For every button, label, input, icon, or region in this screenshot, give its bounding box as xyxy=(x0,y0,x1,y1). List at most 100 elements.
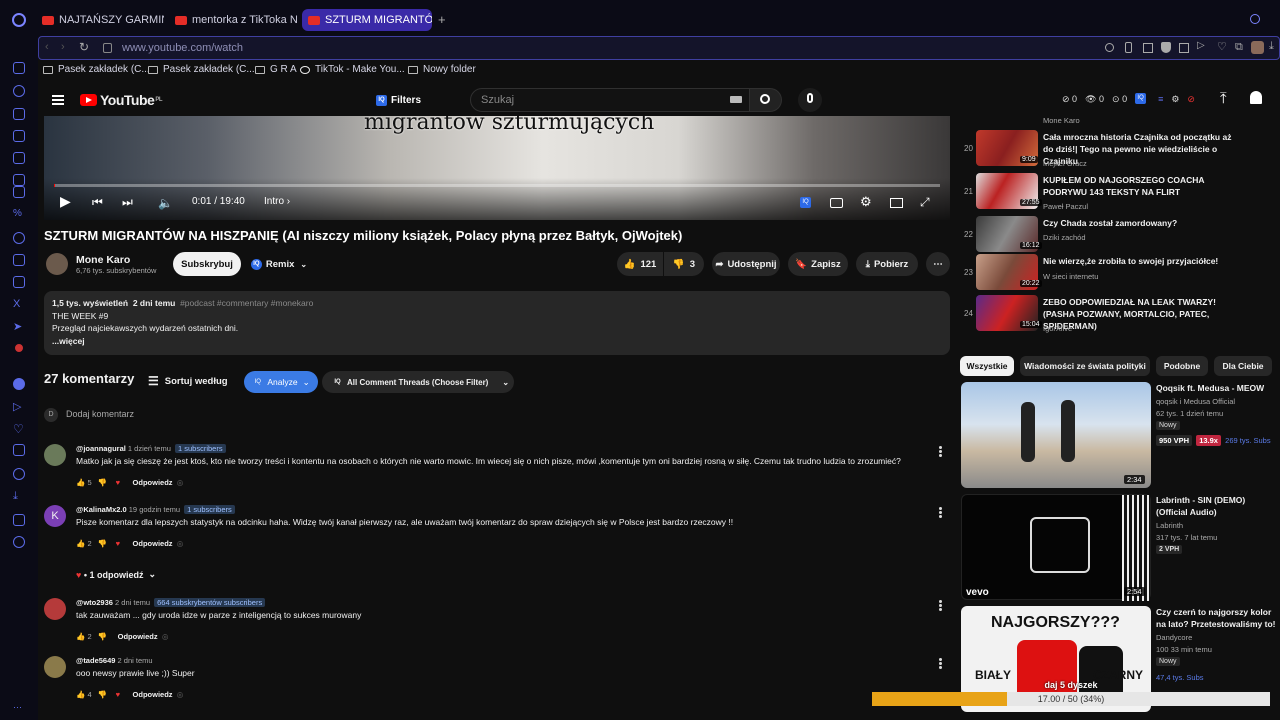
x-icon[interactable]: X xyxy=(13,298,25,310)
iq-icon[interactable]: ◎ xyxy=(177,478,184,487)
shield-icon[interactable] xyxy=(1161,42,1171,53)
more-actions-button[interactable]: ⋯ xyxy=(926,252,950,276)
iq-icon[interactable]: ◎ xyxy=(162,632,169,641)
chapter-button[interactable]: Intro › xyxy=(264,196,290,207)
playlist-item[interactable]: 23 20:22 Nie wierzę,że zrobiła to swojej… xyxy=(960,254,1280,296)
heart-icon[interactable]: ♡ xyxy=(1217,40,1227,53)
bot-icon[interactable] xyxy=(13,108,25,120)
pin-icon[interactable] xyxy=(1125,42,1132,53)
comment-author[interactable]: @tade5649 xyxy=(76,656,115,665)
instagram-icon[interactable] xyxy=(13,276,25,288)
playlist-item[interactable]: 24 15:04 ZEBO ODPOWIEDZIAŁ NA LEAK TWARZ… xyxy=(960,295,1280,335)
thumbs-down-icon[interactable]: 👎 xyxy=(98,539,107,548)
bookmark-folder[interactable]: Pasek zakładek (C... xyxy=(43,64,150,75)
iq-icon[interactable]: IQ xyxy=(1135,93,1147,104)
save-button[interactable]: 🔖 Zapisz xyxy=(788,252,848,276)
opera-logo-icon[interactable] xyxy=(12,13,26,27)
next-icon[interactable]: ⏭ xyxy=(122,195,133,210)
extensions-icon[interactable]: ⧉ xyxy=(1235,41,1243,54)
remix-button[interactable]: IQ Remix ⌄ xyxy=(246,252,312,276)
extensions-icon[interactable] xyxy=(13,514,25,526)
playlist-item[interactable]: 20 9:09 Cała mroczna historia Czajnika o… xyxy=(960,130,1280,172)
browser-tab[interactable]: mentorka z TikToka NISZC xyxy=(169,9,297,31)
recommendation-card[interactable]: vevo 2:54 Labrinth - SIN (DEMO) (Officia… xyxy=(960,494,1280,602)
chip-politics[interactable]: Wiadomości ze świata polityki xyxy=(1020,356,1150,376)
progress-bar[interactable] xyxy=(54,184,940,187)
comment-filter-select[interactable]: IQ All Comment Threads (Choose Filter) ⌄ xyxy=(322,371,514,393)
channel-name[interactable]: Mone Karo xyxy=(76,254,130,266)
thumbs-down-icon[interactable]: 👎 xyxy=(98,632,107,641)
tab-search-icon[interactable] xyxy=(1250,14,1260,24)
tabs-icon[interactable] xyxy=(13,444,25,456)
play-icon[interactable]: ▷ xyxy=(1197,40,1205,51)
comment-menu-icon[interactable] xyxy=(939,507,942,510)
discord-icon[interactable] xyxy=(13,254,25,266)
mail-icon[interactable] xyxy=(13,62,25,74)
add-comment-input[interactable]: Dodaj komentarz xyxy=(66,409,134,419)
chip-similar[interactable]: Podobne xyxy=(1156,356,1208,376)
notifications-icon[interactable] xyxy=(1250,91,1262,104)
previous-icon[interactable]: ⏮ xyxy=(92,195,103,210)
sort-button[interactable]: ☰ Sortuj według xyxy=(148,374,228,388)
m-icon[interactable] xyxy=(13,174,25,186)
comment-menu-icon[interactable] xyxy=(939,658,942,661)
twitch-icon[interactable] xyxy=(13,186,25,198)
pen-icon[interactable] xyxy=(13,130,25,142)
iq-icon[interactable]: ◎ xyxy=(177,539,184,548)
search-input[interactable]: Szukaj xyxy=(470,88,750,112)
thumbs-up-icon[interactable]: 👍 xyxy=(76,690,85,699)
hashtags[interactable]: #podcast #commentary #monekaro xyxy=(180,298,313,308)
more-icon[interactable]: ⋯ xyxy=(13,702,25,714)
like-button[interactable]: 👍 121 xyxy=(617,252,663,276)
messenger-icon[interactable] xyxy=(13,232,25,244)
comment-avatar[interactable] xyxy=(44,656,66,678)
comment-time[interactable]: 2 dni temu xyxy=(118,656,153,665)
settings-icon[interactable] xyxy=(13,536,25,548)
clock-icon[interactable] xyxy=(13,468,25,480)
site-info-icon[interactable] xyxy=(103,43,112,53)
download-button[interactable]: ⤓ Pobierz xyxy=(856,252,918,276)
comment-avatar[interactable] xyxy=(44,598,66,620)
channel-avatar[interactable] xyxy=(46,253,68,275)
thumbs-up-icon[interactable]: 👍 xyxy=(76,478,85,487)
reload-icon[interactable]: ↻ xyxy=(79,40,89,54)
comment-menu-icon[interactable] xyxy=(939,600,942,603)
reply-button[interactable]: Odpowiedz xyxy=(133,690,173,699)
telegram-icon[interactable]: ➤ xyxy=(13,320,25,333)
settings-icon[interactable]: ⚙ xyxy=(1171,94,1179,105)
downloads-icon[interactable]: ⤓ xyxy=(13,490,25,502)
youtube-logo[interactable]: YouTube PL xyxy=(80,92,162,108)
player-icon[interactable]: ▷ xyxy=(13,400,25,413)
search-button[interactable] xyxy=(750,88,782,112)
bookmark-folder[interactable]: Nowy folder xyxy=(408,64,476,75)
volume-icon[interactable]: 🔈 xyxy=(158,196,173,210)
chip-for-you[interactable]: Dla Ciebie xyxy=(1214,356,1272,376)
favorites-icon[interactable]: ♡ xyxy=(13,422,25,436)
folder-icon[interactable] xyxy=(13,152,25,164)
upload-icon[interactable]: ⤒ xyxy=(1220,90,1227,107)
comment-menu-icon[interactable] xyxy=(939,446,942,449)
thumbs-up-icon[interactable]: 👍 xyxy=(76,539,85,548)
media-icon[interactable] xyxy=(15,344,23,352)
bookmark-folder[interactable]: G R A xyxy=(255,64,297,75)
iq-icon[interactable]: IQ xyxy=(800,195,815,208)
keyboard-icon[interactable] xyxy=(730,96,742,103)
chip-all[interactable]: Wszystkie xyxy=(960,356,1014,376)
filters-button[interactable]: IQ Filters xyxy=(368,89,429,111)
reply-button[interactable]: Odpowiedz xyxy=(133,539,173,548)
comment-author[interactable]: @KalinaMx2.0 xyxy=(76,505,127,514)
history-icon[interactable] xyxy=(13,85,25,97)
theater-mode-icon[interactable] xyxy=(890,198,903,208)
playlist-item[interactable]: 21 27:55 KUPIŁEM OD NAJGORSZEGO COACHA P… xyxy=(960,173,1280,215)
comment-author[interactable]: @wto2936 xyxy=(76,598,113,607)
thumbs-down-icon[interactable]: 👎 xyxy=(98,478,107,487)
bookmark-folder[interactable]: Pasek zakładek (C... xyxy=(148,64,255,75)
download-icon[interactable]: ⤓ xyxy=(1269,40,1274,53)
recommendation-card[interactable]: 2:34 Qoqsik ft. Medusa - MEOW qoqsik i M… xyxy=(960,382,1280,490)
browser-tab[interactable]: NAJTAŃSZY GARMIN w pr xyxy=(36,9,164,31)
subscribe-button[interactable]: Subskrybuj xyxy=(173,252,241,276)
bell-off-icon[interactable]: ⊘ xyxy=(1187,94,1195,105)
comment-time[interactable]: 2 dni temu xyxy=(115,598,150,607)
percent-icon[interactable]: % xyxy=(13,208,25,220)
thumbs-down-icon[interactable]: 👎 xyxy=(98,690,107,699)
